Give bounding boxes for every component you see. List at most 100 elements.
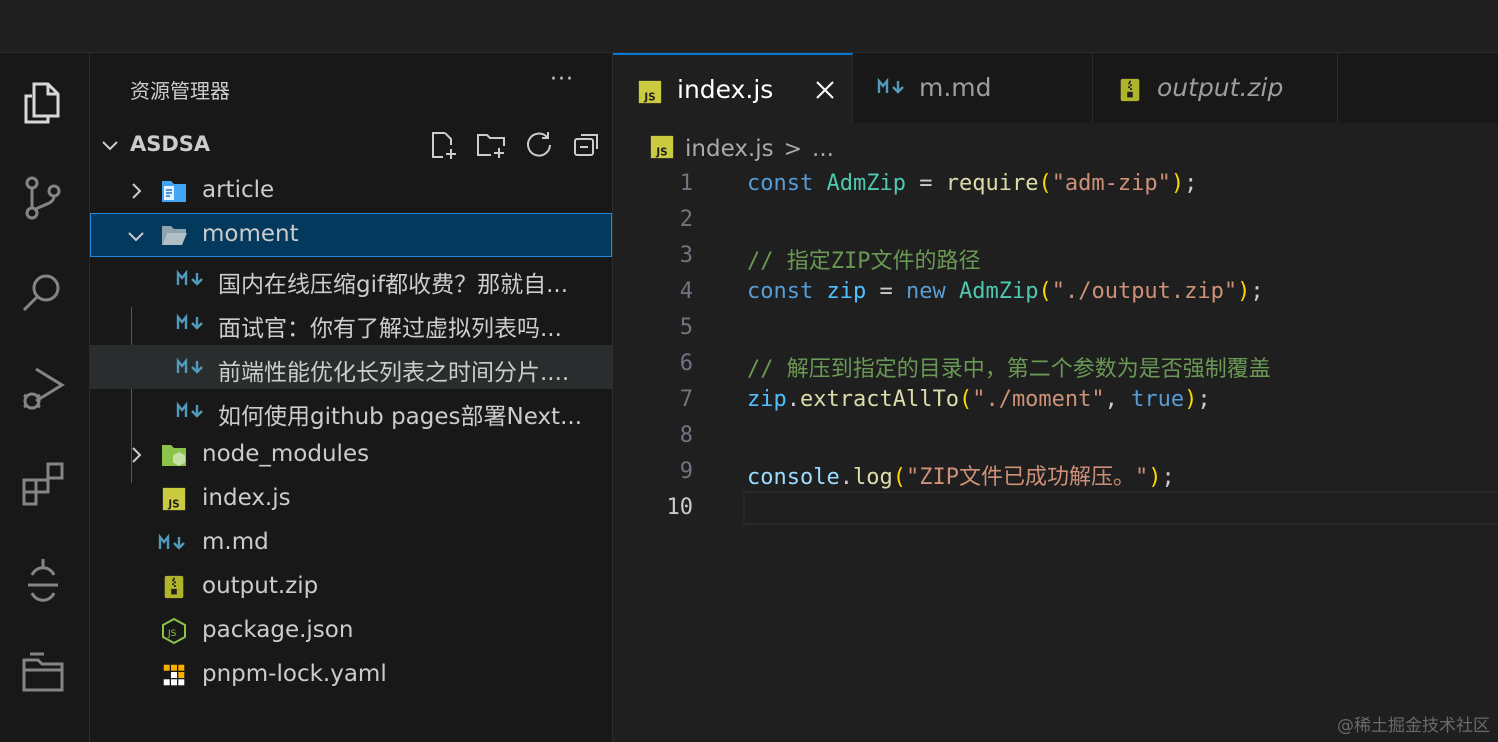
- line-number: 1: [679, 171, 693, 196]
- breadcrumb-file[interactable]: index.js: [685, 136, 774, 162]
- code-line: 2: [613, 203, 1498, 239]
- activity-bar: [0, 53, 90, 742]
- tree-file-index-js[interactable]: JS index.js: [90, 477, 612, 521]
- tree-label: pnpm-lock.yaml: [202, 661, 387, 687]
- line-number: 3: [679, 243, 693, 268]
- breadcrumb: JS index.js > ...: [649, 133, 834, 165]
- svg-text:JS: JS: [167, 629, 177, 639]
- tree-folder-article[interactable]: article: [90, 169, 612, 213]
- tree-label: article: [202, 177, 275, 203]
- tree-file-md[interactable]: 面试官：你有了解过虚拟列表吗...: [90, 301, 612, 345]
- svg-text:JS: JS: [643, 92, 655, 103]
- folder-open-icon: [160, 221, 188, 249]
- watermark: @稀土掘金技术社区: [1337, 716, 1490, 736]
- code-comment: // 指定ZIP文件的路径: [747, 249, 981, 274]
- tab-output-zip[interactable]: output.zip: [1093, 53, 1338, 123]
- breadcrumb-separator: >: [783, 136, 803, 162]
- tree-folder-node-modules[interactable]: node_modules: [90, 433, 612, 477]
- tree-label: m.md: [202, 529, 269, 555]
- tree-file-output-zip[interactable]: output.zip: [90, 565, 612, 609]
- markdown-icon: [158, 529, 188, 557]
- zip-icon: [160, 573, 188, 601]
- line-number: 6: [679, 351, 693, 376]
- chevron-down-icon: [128, 232, 144, 242]
- javascript-icon: JS: [160, 485, 188, 513]
- tree-file-package-json[interactable]: JS package.json: [90, 609, 612, 653]
- tree-label: 国内在线压缩gif都收费？那就自...: [218, 272, 569, 298]
- tree-file-m-md[interactable]: m.md: [90, 521, 612, 565]
- collapse-all-icon[interactable]: [571, 129, 603, 161]
- line-number: 10: [666, 495, 694, 520]
- new-folder-icon[interactable]: [475, 129, 507, 161]
- tree-label: output.zip: [202, 573, 319, 599]
- tree-label: moment: [202, 221, 299, 247]
- tree-label: 面试官：你有了解过虚拟列表吗...: [218, 316, 562, 342]
- code-line: 7 zip.extractAllTo("./moment", true);: [613, 383, 1498, 419]
- tree-file-md[interactable]: 国内在线压缩gif都收费？那就自...: [90, 257, 612, 301]
- tree-file-md[interactable]: 如何使用github pages部署Next...: [90, 389, 612, 433]
- chevron-right-icon: [132, 183, 142, 199]
- line-number: 2: [679, 207, 693, 232]
- code-line: 9 console.log("ZIP文件已成功解压。");: [613, 455, 1498, 491]
- code-line: 8: [613, 419, 1498, 455]
- tree-label: node_modules: [202, 441, 370, 467]
- refresh-icon[interactable]: [523, 129, 555, 161]
- extensions-icon[interactable]: [0, 443, 86, 523]
- javascript-icon: JS: [637, 79, 663, 105]
- line-number: 9: [679, 459, 693, 484]
- chevron-down-icon: [102, 141, 118, 151]
- breadcrumb-symbols[interactable]: ...: [812, 136, 834, 162]
- tree-label: 前端性能优化长列表之时间分片....: [218, 360, 570, 386]
- code-line-current: 10: [613, 491, 1498, 527]
- tree-file-md[interactable]: 前端性能优化长列表之时间分片....: [90, 345, 612, 389]
- svg-text:JS: JS: [655, 147, 667, 158]
- current-line-highlight: [743, 491, 1498, 525]
- explorer-title: 资源管理器: [130, 79, 230, 103]
- zip-icon: [1117, 77, 1143, 103]
- line-number: 4: [679, 279, 693, 304]
- code-line: 3 // 指定ZIP文件的路径: [613, 239, 1498, 275]
- new-file-icon[interactable]: [427, 129, 459, 161]
- markdown-icon: [877, 77, 907, 103]
- tree-file-pnpm-lock[interactable]: pnpm-lock.yaml: [90, 653, 612, 697]
- chevron-right-icon: [132, 447, 142, 463]
- run-debug-icon[interactable]: [0, 348, 86, 428]
- tab-label: output.zip: [1157, 73, 1284, 102]
- more-actions-button[interactable]: ···: [550, 67, 574, 92]
- tree-label: index.js: [202, 485, 291, 511]
- code-line: 1 const AdmZip = require("adm-zip");: [613, 167, 1498, 203]
- code-line: 4 const zip = new AdmZip("./output.zip")…: [613, 275, 1498, 311]
- code-comment: // 解压到指定的目录中，第二个参数为是否强制覆盖: [747, 357, 1271, 382]
- tab-m-md[interactable]: m.md: [853, 53, 1093, 123]
- source-control-icon[interactable]: [0, 158, 86, 238]
- pnpm-icon: [160, 661, 188, 689]
- workspace-name: ASDSA: [130, 132, 211, 156]
- explorer-icon[interactable]: [0, 63, 86, 143]
- code-line: 6 // 解压到指定的目录中，第二个参数为是否强制覆盖: [613, 347, 1498, 383]
- code-line: 5: [613, 311, 1498, 347]
- tree-folder-moment[interactable]: moment: [90, 213, 612, 257]
- markdown-icon: [176, 397, 206, 425]
- title-bar: [0, 0, 1498, 53]
- tab-label: m.md: [919, 73, 992, 102]
- tree-label: 如何使用github pages部署Next...: [218, 404, 583, 430]
- line-number: 5: [679, 315, 693, 340]
- markdown-icon: [176, 309, 206, 337]
- markdown-icon: [176, 265, 206, 293]
- line-number: 8: [679, 423, 693, 448]
- folder-docs-icon: [160, 177, 188, 205]
- close-icon[interactable]: [814, 79, 836, 101]
- folder-node-icon: [160, 441, 188, 469]
- svg-text:JS: JS: [167, 499, 179, 510]
- nodejs-icon: JS: [160, 617, 188, 645]
- folder-manager-icon[interactable]: [0, 633, 86, 713]
- search-icon[interactable]: [0, 253, 86, 333]
- line-number: 7: [679, 387, 693, 412]
- editor-area: JS index.js m.md output.zip JS index.js …: [613, 53, 1498, 742]
- workspace-root[interactable]: ASDSA: [90, 123, 613, 167]
- tab-index-js[interactable]: JS index.js: [613, 53, 853, 123]
- tab-bar: JS index.js m.md output.zip: [613, 53, 1498, 123]
- remote-explorer-icon[interactable]: [0, 538, 86, 618]
- tree-label: package.json: [202, 617, 354, 643]
- markdown-icon: [176, 353, 206, 381]
